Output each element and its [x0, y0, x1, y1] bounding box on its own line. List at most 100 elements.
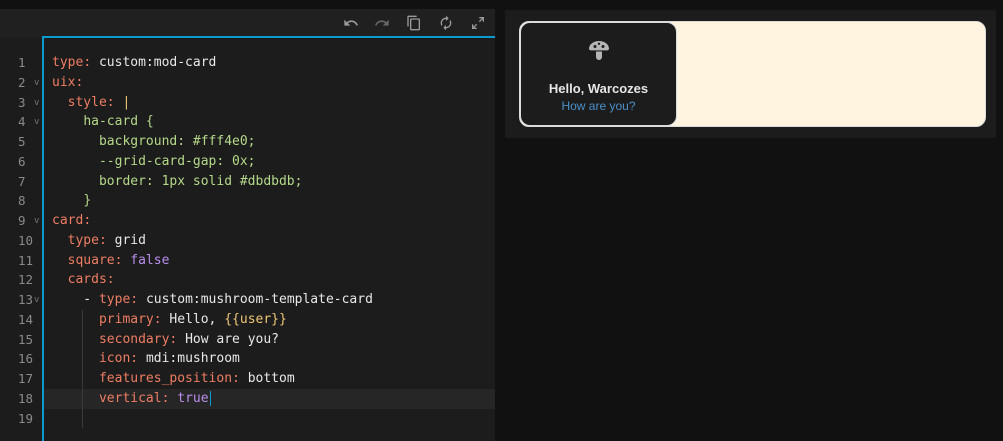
- copy-button[interactable]: [404, 13, 424, 33]
- line-number: 1: [0, 53, 42, 73]
- yaml-key: vertical: [98, 390, 162, 406]
- code-line[interactable]: border: 1px solid #dbdbdb;: [52, 172, 495, 192]
- code-line[interactable]: ha-card {: [52, 112, 495, 132]
- yaml-separator: :: [161, 390, 178, 406]
- line-number: 2v: [0, 73, 42, 93]
- line-number-text: 15: [18, 331, 34, 347]
- yaml-key: features_position: [98, 371, 233, 386]
- code-line[interactable]: style: |: [52, 93, 495, 113]
- yaml-separator: :: [153, 311, 170, 327]
- yaml-key: type: [52, 55, 84, 70]
- yaml-value: custom:mushroom-template-card: [145, 292, 373, 307]
- yaml-separator: :: [106, 272, 115, 288]
- code-area[interactable]: type: custom:mod-card uix: style: | ha-ca…: [44, 53, 495, 429]
- line-number-text: 2: [18, 74, 26, 90]
- yaml-key: type: [67, 232, 99, 248]
- line-number-text: 11: [18, 252, 34, 268]
- redo-button[interactable]: [372, 13, 392, 33]
- line-number-text: 5: [18, 134, 26, 149]
- line-number-text: 16: [18, 351, 34, 367]
- fold-chevron-icon[interactable]: v: [34, 113, 39, 133]
- line-number: 8: [0, 191, 42, 211]
- yaml-value: |: [122, 94, 131, 110]
- line-number: 15: [0, 330, 42, 350]
- code-line[interactable]: square: false: [52, 251, 495, 271]
- code-line[interactable]: vertical: true: [44, 388, 495, 409]
- yaml-key: square: [67, 252, 115, 268]
- line-number-text: 13: [18, 292, 34, 307]
- code-line[interactable]: uix:: [52, 73, 495, 93]
- line-number-text: 9: [18, 213, 26, 228]
- code-indent: -: [52, 292, 99, 307]
- yaml-separator: :: [130, 292, 146, 307]
- line-number-gutter: 1 2 v 3 v 4 v 5 6 7 8 9 v 10 11 12 13 v 14 15 16 17 18 19: [0, 53, 42, 428]
- yaml-value: --grid-card-gap: 0x;: [98, 153, 256, 169]
- code-line[interactable]: icon: mdi:mushroom: [52, 349, 495, 369]
- yaml-value: }: [83, 193, 92, 209]
- yaml-code-editor[interactable]: 1 2 v 3 v 4 v 5 6 7 8 9 v 10 11 12 13 v 14 15 16 17 18 19 type:…: [0, 9, 495, 441]
- refresh-button[interactable]: [436, 13, 456, 33]
- line-number-text: 17: [18, 371, 34, 386]
- line-number-text: 1: [18, 55, 26, 70]
- line-number: 17: [0, 369, 42, 389]
- yaml-value: true: [177, 390, 209, 406]
- line-number-text: 4: [18, 114, 26, 130]
- undo-button[interactable]: [341, 13, 361, 33]
- line-number: 19: [0, 409, 42, 429]
- mushroom-template-card[interactable]: Hello, Warcozes How are you?: [520, 22, 677, 126]
- expand-icon: [472, 17, 484, 29]
- refresh-icon: [440, 15, 452, 31]
- line-number: 6: [0, 152, 42, 172]
- yaml-value: How are you?: [185, 331, 279, 347]
- yaml-value: border: 1px solid #dbdbdb;: [98, 173, 303, 189]
- yaml-key: style: [67, 94, 107, 110]
- line-number: 18: [0, 389, 42, 409]
- code-line[interactable]: features_position: bottom: [52, 369, 495, 389]
- editor-focus-accent-left: [42, 36, 44, 441]
- code-line[interactable]: secondary: How are you?: [52, 330, 495, 350]
- code-line[interactable]: cards:: [52, 270, 495, 290]
- editor-toolbar: [0, 9, 495, 38]
- code-line[interactable]: type: grid: [52, 231, 495, 251]
- code-line[interactable]: background: #fff4e0;: [52, 132, 495, 152]
- fold-chevron-icon[interactable]: v: [34, 291, 39, 311]
- undo-icon: [344, 19, 358, 26]
- fold-chevron-icon[interactable]: v: [34, 74, 39, 94]
- yaml-separator: :: [114, 252, 131, 268]
- yaml-key: card: [52, 213, 84, 228]
- line-number-text: 3: [18, 94, 26, 110]
- card-primary-text: Hello, Warcozes: [548, 81, 649, 96]
- code-line[interactable]: - type: custom:mushroom-template-card: [52, 290, 495, 310]
- expand-button[interactable]: [468, 13, 488, 33]
- code-line[interactable]: type: custom:mod-card: [52, 53, 495, 73]
- code-line[interactable]: --grid-card-gap: 0x;: [52, 152, 495, 172]
- indent-guide: [82, 309, 83, 429]
- code-line[interactable]: }: [52, 191, 495, 211]
- yaml-key: uix: [52, 74, 76, 90]
- line-number-text: 12: [18, 272, 34, 288]
- yaml-value: false: [130, 252, 170, 268]
- line-number: 12: [0, 270, 42, 290]
- yaml-value: ha-card {: [83, 114, 154, 130]
- yaml-separator: :: [83, 55, 99, 70]
- yaml-separator: :: [75, 74, 84, 90]
- fold-chevron-icon[interactable]: v: [34, 94, 39, 114]
- yaml-key: primary: [98, 311, 154, 327]
- line-number: 16: [0, 349, 42, 369]
- yaml-key: secondary: [98, 331, 170, 347]
- line-number-text: 19: [18, 410, 34, 426]
- fold-chevron-icon[interactable]: v: [34, 212, 39, 232]
- code-line[interactable]: card:: [52, 211, 495, 231]
- yaml-key: type: [98, 292, 131, 307]
- code-line[interactable]: primary: Hello, {{user}}: [52, 310, 495, 330]
- yaml-value: background: #fff4e0;: [98, 134, 256, 149]
- code-line[interactable]: [52, 409, 495, 429]
- yaml-key: icon: [98, 351, 131, 367]
